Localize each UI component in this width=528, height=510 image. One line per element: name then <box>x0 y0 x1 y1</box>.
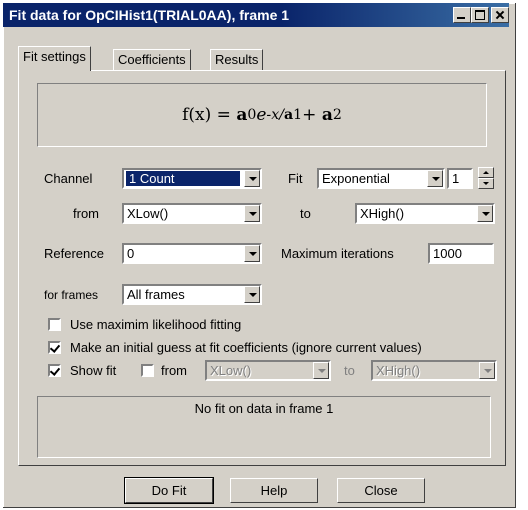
fit-order-input[interactable]: 1 <box>447 168 473 189</box>
fit-label: Fit <box>288 171 303 186</box>
show-fit-to-label: to <box>344 363 355 378</box>
max-iterations-label: Maximum iterations <box>281 246 394 261</box>
tab-results[interactable]: Results <box>210 49 264 70</box>
show-fit-from-select[interactable]: XLow() <box>205 360 331 381</box>
chevron-down-icon[interactable] <box>479 362 495 379</box>
window-title: Fit data for OpCIHist1(TRIAL0AA), frame … <box>9 7 290 23</box>
formula-a2: a <box>321 105 333 125</box>
chevron-down-icon[interactable] <box>244 205 260 222</box>
spin-up-icon[interactable] <box>478 167 494 178</box>
do-fit-button[interactable]: Do Fit <box>124 477 214 504</box>
fit-order-spinner[interactable] <box>478 167 494 189</box>
reference-label: Reference <box>44 246 104 261</box>
from-label: from <box>73 206 99 221</box>
fit-type-value: Exponential <box>322 171 390 186</box>
show-fit-from-checkbox[interactable] <box>141 364 154 377</box>
channel-select[interactable]: 1 Count <box>122 168 262 189</box>
max-iterations-input[interactable]: 1000 <box>428 243 494 264</box>
chevron-down-icon[interactable] <box>477 205 493 222</box>
status-text: No fit on data in frame 1 <box>194 401 334 416</box>
frames-label: for frames <box>44 288 99 302</box>
close-button[interactable]: Close <box>337 478 425 503</box>
formula-sub2: 2 <box>332 107 342 123</box>
show-fit-to-value: XHigh() <box>376 363 421 378</box>
title-bar[interactable]: Fit data for OpCIHist1(TRIAL0AA), frame … <box>3 3 509 27</box>
close-icon[interactable] <box>491 7 509 23</box>
to-select[interactable]: XHigh() <box>355 203 495 224</box>
spin-down-icon[interactable] <box>478 178 494 189</box>
channel-label: Channel <box>44 171 93 186</box>
tab-fit-settings[interactable]: Fit settings <box>18 46 91 71</box>
show-fit-label: Show fit <box>70 363 117 378</box>
show-fit-checkbox[interactable] <box>48 364 61 377</box>
fit-formula: f(x) = a 0 e -x/a 1 + a2 <box>37 83 487 147</box>
status-box: No fit on data in frame 1 <box>37 396 491 458</box>
channel-value: 1 Count <box>126 171 240 186</box>
help-button[interactable]: Help <box>230 478 318 503</box>
chevron-down-icon[interactable] <box>244 286 260 303</box>
to-value: XHigh() <box>360 206 405 221</box>
tab-coefficients[interactable]: Coefficients <box>113 49 191 70</box>
show-fit-from-value: XLow() <box>210 363 252 378</box>
formula-plus: + <box>302 105 317 125</box>
frames-select[interactable]: All frames <box>122 284 262 305</box>
chevron-down-icon[interactable] <box>427 170 443 187</box>
max-iterations-value: 1000 <box>433 246 462 261</box>
maximize-icon[interactable] <box>471 7 489 23</box>
formula-a0: a <box>236 105 248 125</box>
formula-a1: a <box>283 107 294 123</box>
chevron-down-icon[interactable] <box>313 362 329 379</box>
show-fit-to-select[interactable]: XHigh() <box>371 360 497 381</box>
max-likelihood-label: Use maximim likelihood fitting <box>70 317 242 332</box>
initial-guess-label: Make an initial guess at fit coefficient… <box>70 340 422 355</box>
fit-type-select[interactable]: Exponential <box>317 168 445 189</box>
formula-sub0: 0 <box>247 107 257 123</box>
formula-sub1: 1 <box>293 107 303 123</box>
formula-exp: -x/ <box>266 107 284 123</box>
minimize-icon[interactable] <box>453 7 471 23</box>
reference-value: 0 <box>127 246 135 261</box>
formula-e: e <box>256 105 267 125</box>
max-likelihood-checkbox[interactable] <box>48 318 61 331</box>
formula-lhs: f(x) = <box>182 105 231 125</box>
initial-guess-checkbox[interactable] <box>48 341 61 354</box>
from-value: XLow() <box>127 206 169 221</box>
reference-select[interactable]: 0 <box>122 243 262 264</box>
chevron-down-icon[interactable] <box>244 170 260 187</box>
from-select[interactable]: XLow() <box>122 203 262 224</box>
to-label: to <box>300 206 311 221</box>
frames-value: All frames <box>127 287 185 302</box>
show-fit-from-label: from <box>161 363 187 378</box>
fit-order-value: 1 <box>452 171 460 186</box>
chevron-down-icon[interactable] <box>244 245 260 262</box>
